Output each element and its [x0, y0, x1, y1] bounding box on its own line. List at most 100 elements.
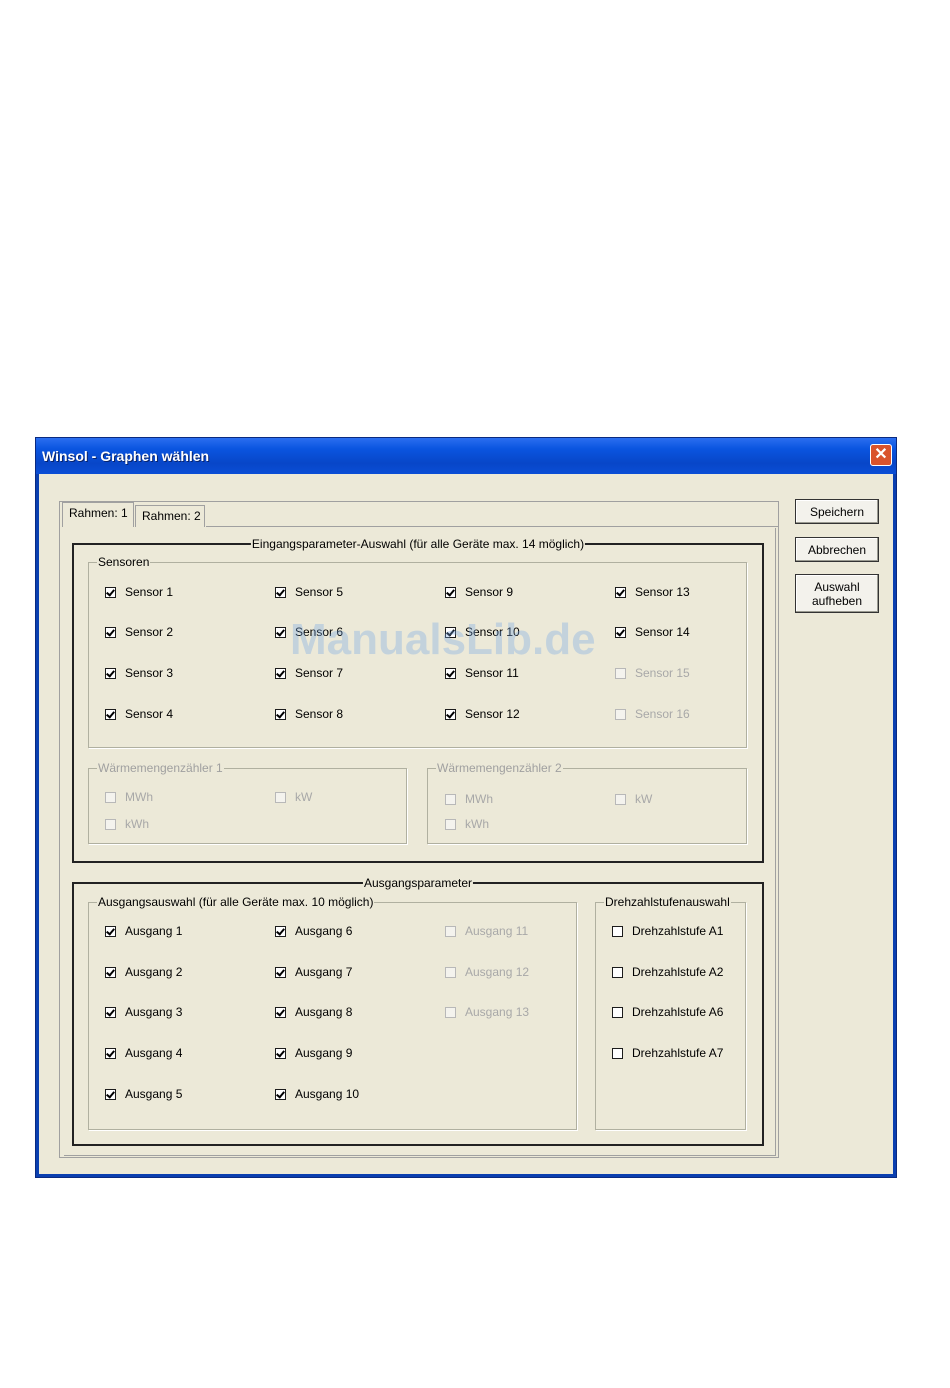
output-checkbox-5-label: Ausgang 5: [125, 1087, 183, 1101]
heat-meter-1-title: Wärmemengenzähler 1: [97, 761, 224, 775]
sensor-checkbox-15-box: [615, 667, 626, 679]
output-checkbox-13-label: Ausgang 13: [465, 1005, 530, 1019]
sensor-checkbox-4-label: Sensor 4: [125, 707, 174, 721]
sensor-checkbox-9[interactable]: Sensor 9: [445, 585, 513, 599]
output-checkbox-2-label: Ausgang 2: [125, 965, 183, 979]
cancel-button[interactable]: Abbrechen: [795, 537, 879, 562]
output-checkbox-8[interactable]: Ausgang 8: [275, 1005, 352, 1019]
heat1-kwh-checkbox-box: [105, 818, 116, 830]
sensor-checkbox-1[interactable]: Sensor 1: [105, 585, 173, 599]
output-checkbox-4[interactable]: Ausgang 4: [105, 1046, 182, 1060]
tab-panel-bottom: [59, 1157, 779, 1158]
output-checkbox-7[interactable]: Ausgang 7: [275, 965, 352, 979]
output-checkbox-5[interactable]: Ausgang 5: [105, 1087, 182, 1101]
sensor-checkbox-9-box[interactable]: [445, 586, 456, 598]
output-checkbox-7-label: Ausgang 7: [295, 965, 353, 979]
heat2-kwh-checkbox-box: [445, 818, 456, 830]
heat2-mwh-checkbox-box: [445, 793, 456, 805]
output-checkbox-8-label: Ausgang 8: [295, 1005, 353, 1019]
close-button[interactable]: ✕: [870, 444, 892, 466]
sensor-checkbox-7-label: Sensor 7: [295, 666, 344, 680]
dialog-window: Winsol - Graphen wählen ✕ Rahmen: 1 Rahm…: [35, 437, 897, 1178]
sensor-checkbox-1-box[interactable]: [105, 586, 116, 598]
speed-stage-checkbox-3-box[interactable]: [612, 1006, 623, 1018]
speed-stage-checkbox-4[interactable]: Drehzahlstufe A7: [612, 1046, 723, 1060]
sensor-checkbox-14-box[interactable]: [615, 626, 626, 638]
heat2-kw-checkbox-box: [615, 793, 626, 805]
tab-rahmen-1[interactable]: Rahmen: 1: [62, 502, 134, 527]
sensor-checkbox-14-label: Sensor 14: [635, 625, 690, 639]
sensor-checkbox-12-box[interactable]: [445, 708, 456, 720]
sensor-checkbox-13-box[interactable]: [615, 586, 626, 598]
speed-stage-checkbox-1-box[interactable]: [612, 925, 623, 937]
sensor-checkbox-2-box[interactable]: [105, 626, 116, 638]
output-checkbox-10[interactable]: Ausgang 10: [275, 1087, 359, 1101]
heat2-kw-checkbox-label: kW: [635, 792, 653, 806]
speed-stage-checkbox-4-label: Drehzahlstufe A7: [632, 1046, 724, 1060]
output-checkbox-10-box[interactable]: [275, 1088, 286, 1100]
output-checkbox-1-box[interactable]: [105, 925, 116, 937]
output-checkbox-6-box[interactable]: [275, 925, 286, 937]
sensor-checkbox-7-box[interactable]: [275, 667, 286, 679]
sensor-checkbox-8-label: Sensor 8: [295, 707, 344, 721]
speed-stage-checkbox-2-box[interactable]: [612, 966, 623, 978]
tab-label: Rahmen: 2: [142, 509, 201, 523]
sensor-checkbox-12[interactable]: Sensor 12: [445, 707, 520, 721]
title-bar[interactable]: Winsol - Graphen wählen ✕: [36, 438, 896, 474]
heat1-kw-checkbox: kW: [275, 790, 312, 804]
sensor-checkbox-5-box[interactable]: [275, 586, 286, 598]
sensor-checkbox-16-box: [615, 708, 626, 720]
tab-rahmen-2[interactable]: Rahmen: 2: [135, 505, 205, 527]
heat1-kwh-checkbox-label: kWh: [125, 817, 149, 831]
heat1-mwh-checkbox-box: [105, 791, 116, 803]
sensor-checkbox-13[interactable]: Sensor 13: [615, 585, 690, 599]
sensor-checkbox-8[interactable]: Sensor 8: [275, 707, 343, 721]
sensor-checkbox-12-label: Sensor 12: [465, 707, 520, 721]
sensor-checkbox-13-label: Sensor 13: [635, 585, 690, 599]
speed-stage-checkbox-1[interactable]: Drehzahlstufe A1: [612, 924, 723, 938]
speed-stage-checkbox-1-label: Drehzahlstufe A1: [632, 924, 724, 938]
sensor-checkbox-11[interactable]: Sensor 11: [445, 666, 519, 680]
output-checkbox-3-box[interactable]: [105, 1006, 116, 1018]
input-group-title: Eingangsparameter-Auswahl (für alle Gerä…: [250, 537, 586, 551]
output-checkbox-9[interactable]: Ausgang 9: [275, 1046, 352, 1060]
output-checkbox-6[interactable]: Ausgang 6: [275, 924, 352, 938]
sensor-checkbox-6[interactable]: Sensor 6: [275, 625, 343, 639]
sensors-group-title: Sensoren: [97, 555, 151, 569]
output-checkbox-1-label: Ausgang 1: [125, 924, 183, 938]
speed-stage-checkbox-2[interactable]: Drehzahlstufe A2: [612, 965, 723, 979]
sensor-checkbox-4[interactable]: Sensor 4: [105, 707, 173, 721]
sensor-checkbox-11-box[interactable]: [445, 667, 456, 679]
speed-stage-checkbox-3[interactable]: Drehzahlstufe A6: [612, 1005, 723, 1019]
save-button[interactable]: Speichern: [795, 499, 879, 524]
output-checkbox-5-box[interactable]: [105, 1088, 116, 1100]
tab-strip-border: [206, 526, 779, 527]
sensor-checkbox-3[interactable]: Sensor 3: [105, 666, 173, 680]
output-checkbox-11-box: [445, 925, 456, 937]
sensor-checkbox-3-box[interactable]: [105, 667, 116, 679]
output-checkbox-4-box[interactable]: [105, 1047, 116, 1059]
sensor-checkbox-8-box[interactable]: [275, 708, 286, 720]
sensor-checkbox-4-box[interactable]: [105, 708, 116, 720]
sensor-checkbox-2[interactable]: Sensor 2: [105, 625, 173, 639]
output-checkbox-2[interactable]: Ausgang 2: [105, 965, 182, 979]
sensor-checkbox-10[interactable]: Sensor 10: [445, 625, 520, 639]
sensor-checkbox-7[interactable]: Sensor 7: [275, 666, 343, 680]
output-checkbox-3[interactable]: Ausgang 3: [105, 1005, 182, 1019]
output-checkbox-1[interactable]: Ausgang 1: [105, 924, 182, 938]
sensor-checkbox-6-box[interactable]: [275, 626, 286, 638]
sensor-checkbox-10-box[interactable]: [445, 626, 456, 638]
sensor-checkbox-16-label: Sensor 16: [635, 707, 690, 721]
heat1-kw-checkbox-box: [275, 791, 286, 803]
output-checkbox-7-box[interactable]: [275, 966, 286, 978]
sensor-checkbox-14[interactable]: Sensor 14: [615, 625, 690, 639]
sensor-checkbox-5[interactable]: Sensor 5: [275, 585, 343, 599]
clear-selection-button[interactable]: Auswahl aufheben: [795, 574, 879, 613]
output-checkbox-13: Ausgang 13: [445, 1005, 529, 1019]
output-checkbox-10-label: Ausgang 10: [295, 1087, 360, 1101]
heat1-kw-checkbox-label: kW: [295, 790, 313, 804]
output-checkbox-8-box[interactable]: [275, 1006, 286, 1018]
output-checkbox-9-box[interactable]: [275, 1047, 286, 1059]
speed-stage-checkbox-4-box[interactable]: [612, 1047, 623, 1059]
output-checkbox-2-box[interactable]: [105, 966, 116, 978]
